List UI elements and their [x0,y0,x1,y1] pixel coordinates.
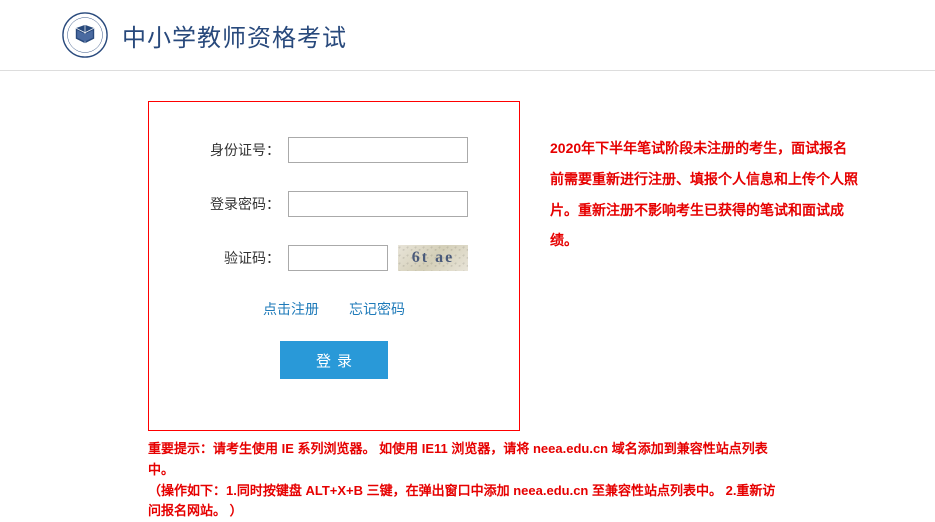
footer-notice: 重要提示：请考生使用 IE 系列浏览器。 如使用 IE11 浏览器，请将 nee… [0,431,780,522]
captcha-row: 验证码： 6t ae [169,245,499,271]
password-input[interactable] [288,191,468,217]
side-notice-text: 2020年下半年笔试阶段未注册的考生，面试报名前需要重新进行注册、填报个人信息和… [550,133,860,256]
password-label: 登录密码： [200,194,280,214]
id-row: 身份证号： [169,137,499,163]
links-row: 点击注册 忘记密码 [169,299,499,319]
captcha-label: 验证码： [200,248,280,268]
password-row: 登录密码： [169,191,499,217]
id-label: 身份证号： [200,140,280,160]
register-link[interactable]: 点击注册 [263,299,319,319]
site-title: 中小学教师资格考试 [122,18,347,53]
side-notice: 2020年下半年笔试阶段未注册的考生，面试报名前需要重新进行注册、填报个人信息和… [550,101,860,431]
captcha-image[interactable]: 6t ae [398,245,468,271]
login-button[interactable]: 登录 [280,341,388,379]
login-form: 身份证号： 登录密码： 验证码： 6t ae 点击注册 忘记密码 登录 [148,101,520,431]
forgot-password-link[interactable]: 忘记密码 [349,299,405,319]
header: 中小学教师资格考试 [0,0,935,71]
id-input[interactable] [288,137,468,163]
footer-line-2: （操作如下：1.同时按键盘 ALT+X+B 三键，在弹出窗口中添加 neea.e… [148,481,780,522]
captcha-input[interactable] [288,245,388,271]
content-area: 身份证号： 登录密码： 验证码： 6t ae 点击注册 忘记密码 登录 2020… [0,71,935,431]
footer-line-1: 重要提示：请考生使用 IE 系列浏览器。 如使用 IE11 浏览器，请将 nee… [148,439,780,481]
captcha-text: 6t ae [412,249,454,267]
site-logo-icon [62,12,108,58]
